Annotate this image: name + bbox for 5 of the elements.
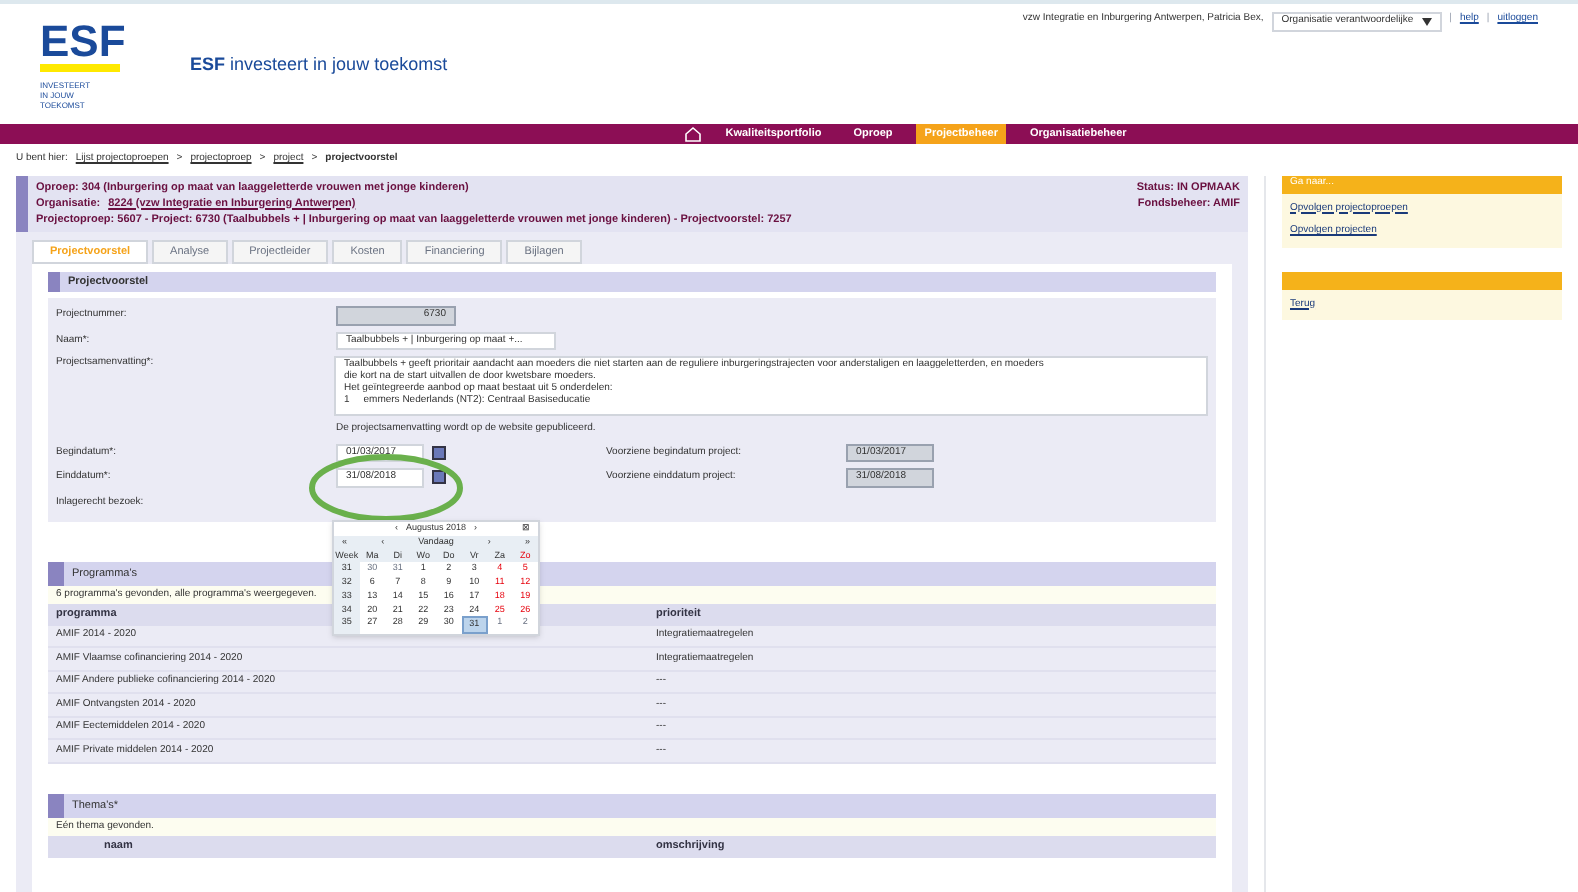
logo: ESF	[40, 20, 120, 72]
home-icon[interactable]	[683, 126, 702, 142]
tagline: ESF investeert in jouw toekomst	[190, 52, 448, 78]
caret-icon	[1421, 17, 1432, 26]
summary-field[interactable]	[334, 356, 1208, 416]
